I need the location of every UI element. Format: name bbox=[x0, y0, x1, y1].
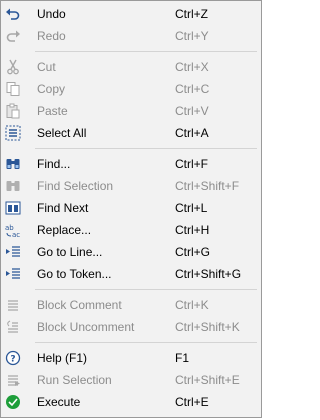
menu-item-help[interactable]: ? Help (F1) F1 bbox=[1, 347, 261, 369]
menu-separator bbox=[1, 338, 261, 347]
menu-item-label: Cut bbox=[37, 60, 56, 74]
menu-item-label: Block Comment bbox=[37, 298, 122, 312]
svg-text:?: ? bbox=[10, 355, 15, 365]
menu-item-shortcut: Ctrl+Shift+E bbox=[175, 373, 240, 387]
menu-item-shortcut: Ctrl+G bbox=[175, 245, 211, 259]
menu-item-label: Go to Line... bbox=[37, 245, 103, 259]
select-all-icon bbox=[5, 125, 21, 141]
run-selection-icon bbox=[5, 372, 21, 388]
menu-item-paste[interactable]: Paste Ctrl+V bbox=[1, 100, 261, 122]
menu-item-shortcut: Ctrl+Z bbox=[175, 7, 208, 21]
menu-item-label: Run Selection bbox=[37, 373, 112, 387]
paste-icon bbox=[5, 103, 21, 119]
context-menu: Undo Ctrl+Z Redo Ctrl+Y Cut Ctrl+X Copy … bbox=[0, 0, 262, 418]
menu-item-block-uncomment[interactable]: Block Uncomment Ctrl+Shift+K bbox=[1, 316, 261, 338]
menu-item-shortcut: Ctrl+Shift+F bbox=[175, 179, 240, 193]
menu-item-find-next[interactable]: Find Next Ctrl+L bbox=[1, 197, 261, 219]
menu-item-label: Redo bbox=[37, 29, 66, 43]
menu-item-shortcut: Ctrl+V bbox=[175, 104, 209, 118]
menu-item-block-comment[interactable]: Block Comment Ctrl+K bbox=[1, 294, 261, 316]
menu-item-label: Undo bbox=[37, 7, 66, 21]
menu-separator bbox=[1, 47, 261, 56]
menu-item-label: Find... bbox=[37, 157, 71, 171]
help-icon: ? bbox=[5, 350, 21, 366]
menu-separator bbox=[1, 144, 261, 153]
menu-item-shortcut: Ctrl+K bbox=[175, 298, 209, 312]
menu-item-go-to-token[interactable]: Go to Token... Ctrl+Shift+G bbox=[1, 263, 261, 285]
menu-item-label: Block Uncomment bbox=[37, 320, 135, 334]
binoculars-icon bbox=[5, 156, 21, 172]
copy-icon bbox=[5, 81, 21, 97]
menu-item-copy[interactable]: Copy Ctrl+C bbox=[1, 78, 261, 100]
undo-icon bbox=[5, 6, 21, 22]
menu-item-shortcut: Ctrl+F bbox=[175, 157, 208, 171]
menu-items: Undo Ctrl+Z Redo Ctrl+Y Cut Ctrl+X Copy … bbox=[1, 3, 261, 413]
menu-item-label: Replace... bbox=[37, 223, 92, 237]
menu-item-label: Find Next bbox=[37, 201, 89, 215]
menu-item-shortcut: Ctrl+Shift+G bbox=[175, 267, 242, 281]
menu-item-run-selection[interactable]: Run Selection Ctrl+Shift+E bbox=[1, 369, 261, 391]
menu-item-cut[interactable]: Cut Ctrl+X bbox=[1, 56, 261, 78]
go-to-line-icon bbox=[5, 244, 21, 260]
block-uncomment-icon bbox=[5, 319, 21, 335]
menu-item-label: Go to Token... bbox=[37, 267, 112, 281]
menu-item-redo[interactable]: Redo Ctrl+Y bbox=[1, 25, 261, 47]
menu-item-shortcut: F1 bbox=[175, 351, 190, 365]
menu-item-select-all[interactable]: Select All Ctrl+A bbox=[1, 122, 261, 144]
block-comment-icon bbox=[5, 297, 21, 313]
menu-item-find[interactable]: Find... Ctrl+F bbox=[1, 153, 261, 175]
execute-icon bbox=[5, 394, 21, 410]
menu-item-label: Help (F1) bbox=[37, 351, 88, 365]
menu-item-shortcut: Ctrl+A bbox=[175, 126, 209, 140]
menu-item-find-selection[interactable]: Find Selection Ctrl+Shift+F bbox=[1, 175, 261, 197]
menu-item-go-to-line[interactable]: Go to Line... Ctrl+G bbox=[1, 241, 261, 263]
menu-item-shortcut: Ctrl+L bbox=[175, 201, 208, 215]
menu-item-label: Select All bbox=[37, 126, 87, 140]
menu-item-shortcut: Ctrl+X bbox=[175, 60, 209, 74]
cut-icon bbox=[5, 59, 21, 75]
menu-item-shortcut: Ctrl+E bbox=[175, 395, 209, 409]
menu-item-shortcut: Ctrl+C bbox=[175, 82, 210, 96]
menu-item-undo[interactable]: Undo Ctrl+Z bbox=[1, 3, 261, 25]
menu-item-label: Find Selection bbox=[37, 179, 114, 193]
find-selection-icon bbox=[5, 178, 21, 194]
menu-item-replace[interactable]: ab ac Replace... Ctrl+H bbox=[1, 219, 261, 241]
menu-item-label: Execute bbox=[37, 395, 81, 409]
menu-item-label: Copy bbox=[37, 82, 66, 96]
menu-item-shortcut: Ctrl+Shift+K bbox=[175, 320, 240, 334]
replace-icon: ab ac bbox=[5, 222, 21, 238]
svg-text:ac: ac bbox=[12, 231, 20, 238]
find-next-icon bbox=[5, 200, 21, 216]
go-to-token-icon bbox=[5, 266, 21, 282]
menu-item-shortcut: Ctrl+Y bbox=[175, 29, 209, 43]
menu-separator bbox=[1, 285, 261, 294]
menu-item-label: Paste bbox=[37, 104, 68, 118]
redo-icon bbox=[5, 28, 21, 44]
menu-item-shortcut: Ctrl+H bbox=[175, 223, 210, 237]
menu-item-execute[interactable]: Execute Ctrl+E bbox=[1, 391, 261, 413]
